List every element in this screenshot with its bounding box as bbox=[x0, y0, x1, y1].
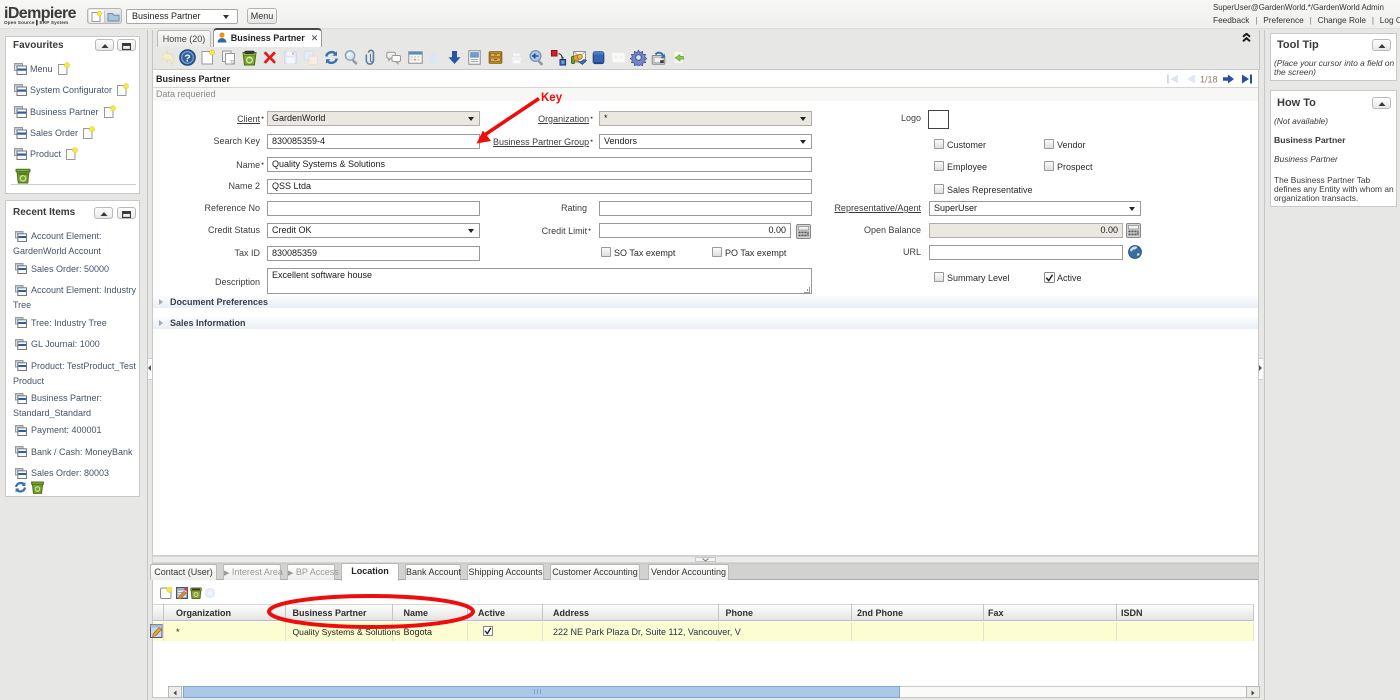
svg-text:?: ? bbox=[184, 52, 190, 64]
svg-text:1/18: 1/18 bbox=[1200, 75, 1218, 85]
